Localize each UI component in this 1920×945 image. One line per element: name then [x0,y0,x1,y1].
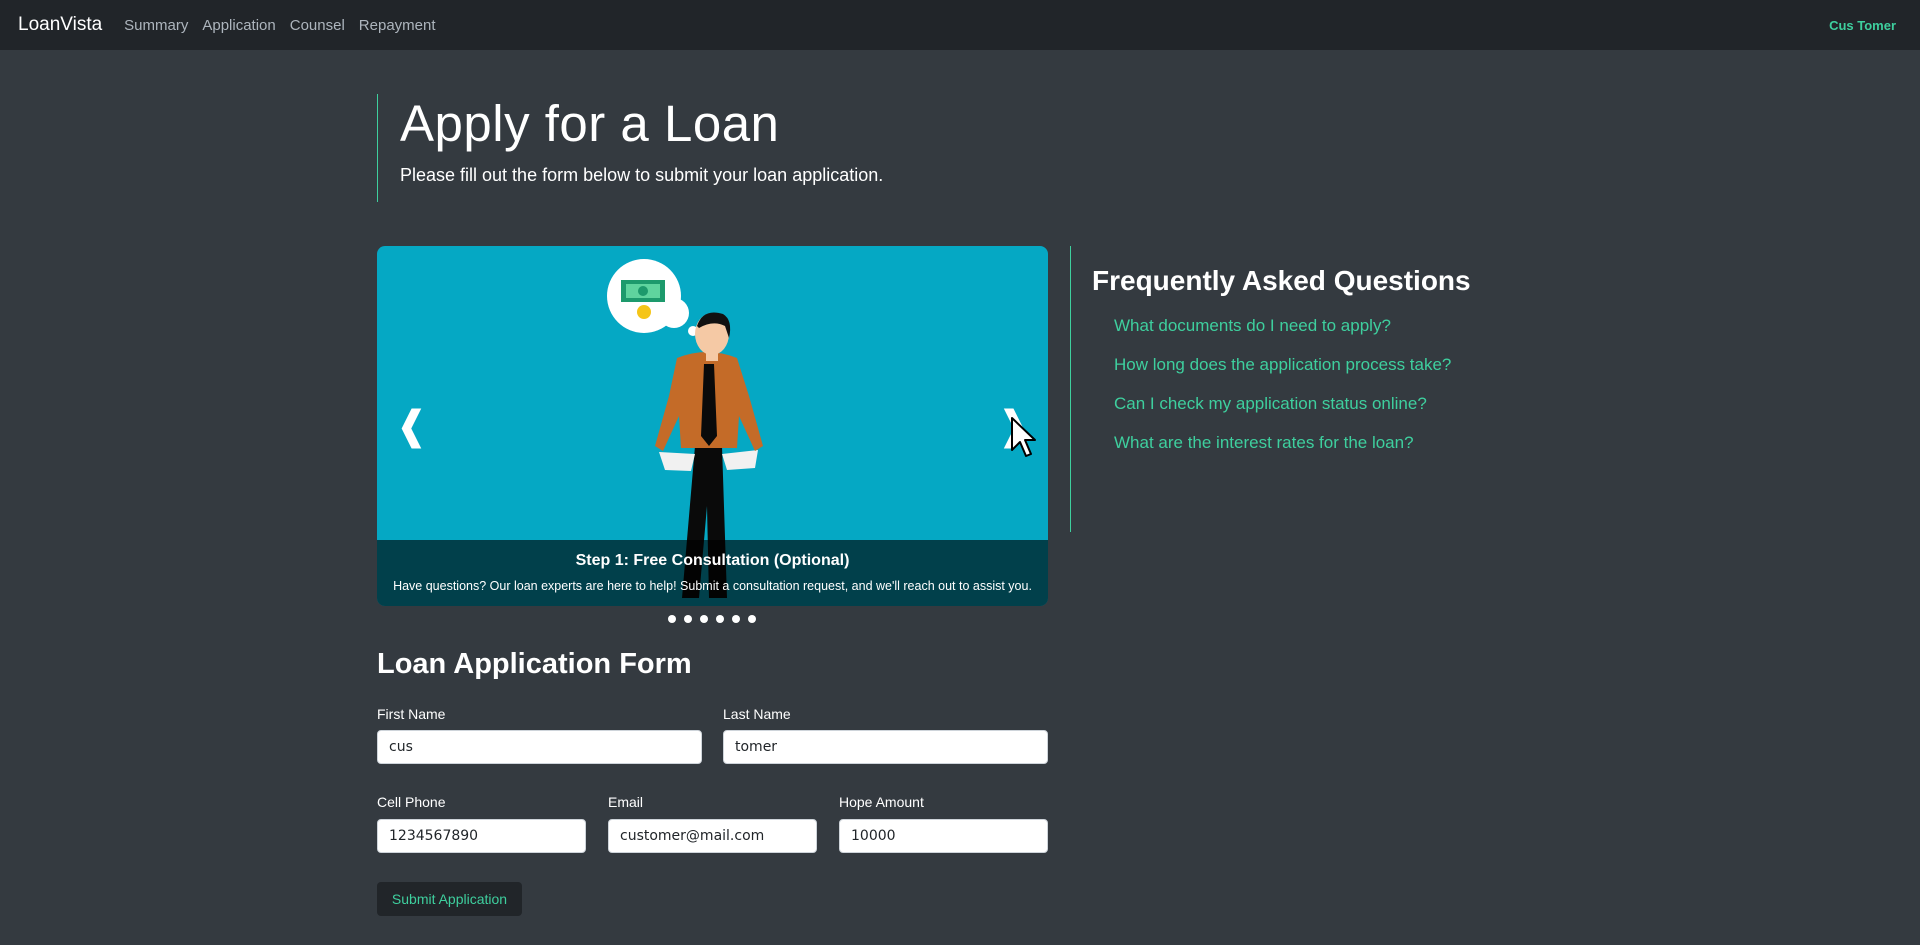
faq-list: What documents do I need to apply? How l… [1092,316,1490,453]
first-name-label: First Name [377,706,446,722]
carousel-prev-button[interactable]: ❰ [395,406,429,446]
page-subtitle: Please fill out the form below to submit… [400,165,884,185]
carousel-indicator-6[interactable] [748,615,756,623]
carousel-caption: Step 1: Free Consultation (Optional) Hav… [377,540,1048,606]
carousel-indicator-5[interactable] [732,615,740,623]
carousel-caption-text: Have questions? Our loan experts are her… [393,579,1032,593]
carousel-indicator-4[interactable] [716,615,724,623]
carousel-indicator-2[interactable] [684,615,692,623]
hope-amount-label: Hope Amount [839,794,924,810]
mouse-cursor-icon [1011,417,1036,457]
cell-phone-field[interactable] [377,819,586,853]
page-title: Apply for a Loan [400,95,780,152]
brand-logo[interactable]: LoanVista [18,14,102,36]
nav-link-summary[interactable]: Summary [124,17,188,34]
faq-item-interest-rates[interactable]: What are the interest rates for the loan… [1114,433,1490,453]
carousel-indicators [668,615,756,623]
last-name-field[interactable] [723,730,1048,764]
submit-application-button[interactable]: Submit Application [377,882,522,916]
faq-section: Frequently Asked Questions What document… [1070,246,1490,532]
info-carousel: ❰ ❱ Step 1: Free Consultation (Optional)… [377,246,1048,606]
faq-item-documents[interactable]: What documents do I need to apply? [1114,316,1490,336]
carousel-indicator-1[interactable] [668,615,676,623]
faq-title: Frequently Asked Questions [1092,265,1471,296]
page-header: Apply for a Loan Please fill out the for… [377,94,883,202]
first-name-field[interactable] [377,730,702,764]
nav-link-counsel[interactable]: Counsel [290,17,345,34]
carousel-caption-title: Step 1: Free Consultation (Optional) [575,552,850,569]
hope-amount-field[interactable] [839,819,1048,853]
carousel-indicator-3[interactable] [700,615,708,623]
form-title: Loan Application Form [377,648,692,680]
nav-link-repayment[interactable]: Repayment [359,17,436,34]
email-label: Email [608,794,644,810]
last-name-label: Last Name [723,706,791,722]
top-navbar: LoanVista Summary Application Counsel Re… [0,0,1920,50]
nav-link-application[interactable]: Application [202,17,275,34]
faq-item-process-time[interactable]: How long does the application process ta… [1114,355,1490,375]
user-name-link[interactable]: Cus Tomer [1829,18,1896,33]
email-field[interactable] [608,819,817,853]
faq-item-status-online[interactable]: Can I check my application status online… [1114,394,1490,414]
cell-phone-label: Cell Phone [377,794,446,810]
